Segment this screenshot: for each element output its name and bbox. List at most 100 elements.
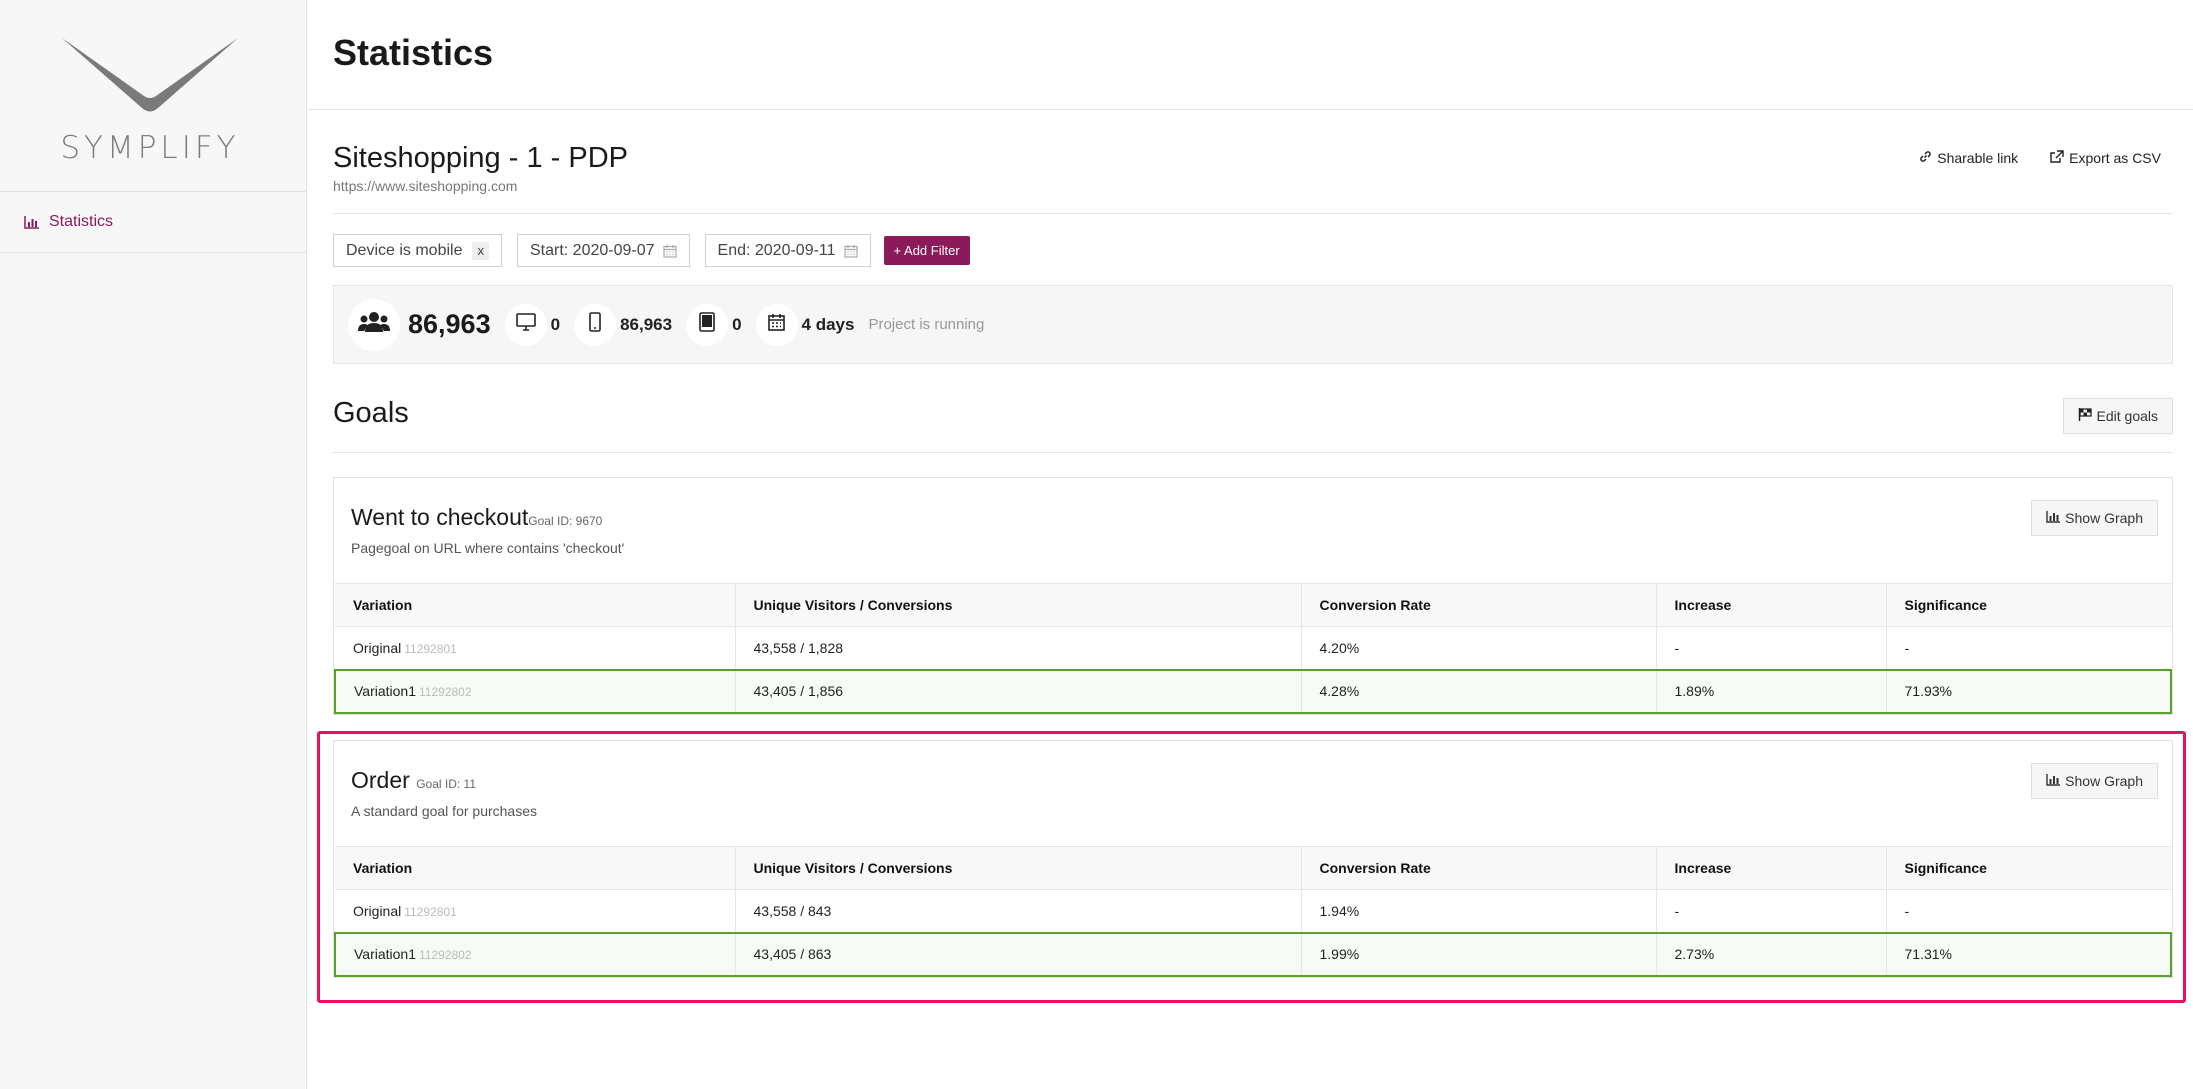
table-row: Original 11292801 43,558 / 843 1.94% - - xyxy=(335,889,2171,933)
mobile-icon-wrap xyxy=(574,303,617,346)
variation-cell: Variation1 11292802 xyxy=(334,668,736,714)
goal-id: Goal ID: 9670 xyxy=(528,514,603,528)
goal-card: Order Goal ID: 11 A standard goal for pu… xyxy=(333,740,2173,978)
sidebar-item-label: Statistics xyxy=(49,213,114,230)
results-table: Variation Unique Visitors / Conversions … xyxy=(334,583,2172,714)
variation-id: 11292802 xyxy=(419,685,472,699)
device-filter-chip[interactable]: Device is mobile x xyxy=(333,234,502,267)
visitors-conversions: 43,558 / 1,828 xyxy=(735,626,1302,670)
stats-bar: 86,963 0 86,963 0 4 days Project is runn… xyxy=(333,285,2173,364)
sharable-link-button[interactable]: Sharable link xyxy=(1919,150,2018,166)
desktop-count: 0 xyxy=(550,314,561,334)
sidebar-item-statistics[interactable]: Statistics xyxy=(0,192,306,253)
variation-id: 11292802 xyxy=(419,948,472,962)
tablet-count: 0 xyxy=(732,314,742,334)
variation-cell: Variation1 11292802 xyxy=(334,931,736,977)
logo-text: SYMPLIFY xyxy=(60,130,240,166)
variation-id: 11292801 xyxy=(404,641,457,656)
remove-filter-button[interactable]: x xyxy=(472,241,489,260)
increase: - xyxy=(1656,889,1887,933)
goal-description: Pagegoal on URL where contains 'checkout… xyxy=(351,540,625,556)
goal-title: Went to checkoutGoal ID: 9670 xyxy=(351,504,602,531)
add-filter-button[interactable]: + Add Filter xyxy=(883,236,970,265)
variation-cell: Original 11292801 xyxy=(335,626,736,670)
calendar-icon xyxy=(843,244,858,258)
bar-chart-icon xyxy=(2046,773,2061,789)
conversion-rate: 1.94% xyxy=(1301,889,1657,933)
goal-title: Order Goal ID: 11 xyxy=(351,767,476,794)
goals-header: Goals Edit goals xyxy=(333,390,2173,453)
column-header: Variation xyxy=(335,846,736,890)
column-header: Unique Visitors / Conversions xyxy=(735,846,1302,890)
end-date-field[interactable]: End: 2020-09-11 xyxy=(704,234,871,267)
goal-card: Went to checkoutGoal ID: 9670 Pagegoal o… xyxy=(333,477,2173,715)
tablet-icon-wrap xyxy=(686,303,729,346)
conversion-rate: 1.99% xyxy=(1301,931,1657,977)
show-graph-label: Show Graph xyxy=(2065,510,2143,526)
tablet-icon xyxy=(699,312,715,337)
start-date-label: Start: 2020-09-07 xyxy=(529,241,655,259)
table-row: Variation1 11292802 43,405 / 863 1.99% 2.… xyxy=(334,931,2172,977)
column-header: Unique Visitors / Conversions xyxy=(735,583,1302,627)
show-graph-label: Show Graph xyxy=(2065,773,2143,789)
column-header: Increase xyxy=(1656,583,1887,627)
table-header-row: Variation Unique Visitors / Conversions … xyxy=(335,583,2171,627)
total-visitors: 86,963 xyxy=(408,309,491,339)
top-bar: Statistics xyxy=(308,0,2193,110)
goal-description: A standard goal for purchases xyxy=(351,803,538,819)
visitors-conversions: 43,558 / 843 xyxy=(735,889,1302,933)
project-status: Project is running xyxy=(868,316,985,333)
column-header: Conversion Rate xyxy=(1301,583,1657,627)
bar-chart-icon xyxy=(24,215,39,229)
column-header: Significance xyxy=(1886,846,2171,890)
table-header-row: Variation Unique Visitors / Conversions … xyxy=(335,846,2171,890)
edit-goals-button[interactable]: Edit goals xyxy=(2062,398,2173,434)
main-area: Statistics Siteshopping - 1 - PDP https:… xyxy=(308,0,2193,1089)
variation-name: Original xyxy=(353,902,402,919)
calendar-icon-wrap xyxy=(755,303,798,346)
external-link-icon xyxy=(2050,150,2064,166)
variation-id: 11292801 xyxy=(404,904,457,919)
device-filter-label: Device is mobile xyxy=(346,241,463,259)
users-icon xyxy=(358,311,390,338)
column-header: Conversion Rate xyxy=(1301,846,1657,890)
sidebar: SYMPLIFY Statistics xyxy=(0,0,307,1089)
goal-id: Goal ID: 11 xyxy=(416,777,476,791)
variation-name: Variation1 xyxy=(354,946,417,962)
page-title: Statistics xyxy=(333,31,494,73)
variation-name: Original xyxy=(353,639,402,656)
increase: - xyxy=(1656,626,1887,670)
results-table: Variation Unique Visitors / Conversions … xyxy=(334,846,2172,977)
visitors-icon-wrap xyxy=(348,298,400,351)
calendar-icon xyxy=(662,244,677,258)
show-graph-button[interactable]: Show Graph xyxy=(2031,500,2158,536)
calendar-icon xyxy=(768,313,785,336)
conversion-rate: 4.28% xyxy=(1301,668,1657,714)
goal-name: Order xyxy=(351,767,410,793)
conversion-rate: 4.20% xyxy=(1301,626,1657,670)
visitors-conversions: 43,405 / 863 xyxy=(735,931,1302,977)
start-date-field[interactable]: Start: 2020-09-07 xyxy=(516,234,690,267)
mobile-count: 86,963 xyxy=(620,314,673,334)
project-header: Siteshopping - 1 - PDP https://www.sites… xyxy=(333,110,2173,214)
desktop-icon-wrap xyxy=(504,303,547,346)
desktop-icon xyxy=(515,313,536,336)
content: Siteshopping - 1 - PDP https://www.sites… xyxy=(333,110,2173,978)
symplify-logo-mark xyxy=(62,38,238,112)
logo[interactable]: SYMPLIFY xyxy=(0,0,306,192)
variation-name: Variation1 xyxy=(354,683,417,699)
table-row: Variation1 11292802 43,405 / 1,856 4.28% … xyxy=(334,668,2172,714)
export-csv-label: Export as CSV xyxy=(2069,150,2161,166)
end-date-label: End: 2020-09-11 xyxy=(717,241,836,259)
export-csv-button[interactable]: Export as CSV xyxy=(2050,150,2161,166)
show-graph-button[interactable]: Show Graph xyxy=(2031,763,2158,799)
increase: 2.73% xyxy=(1656,931,1887,977)
mobile-icon xyxy=(589,312,601,337)
flag-icon xyxy=(2078,408,2092,424)
increase: 1.89% xyxy=(1656,668,1887,714)
table-row: Original 11292801 43,558 / 1,828 4.20% - … xyxy=(335,626,2171,670)
visitors-conversions: 43,405 / 1,856 xyxy=(735,668,1302,714)
column-header: Significance xyxy=(1886,583,2171,627)
column-header: Increase xyxy=(1656,846,1887,890)
bar-chart-icon xyxy=(2046,510,2061,526)
